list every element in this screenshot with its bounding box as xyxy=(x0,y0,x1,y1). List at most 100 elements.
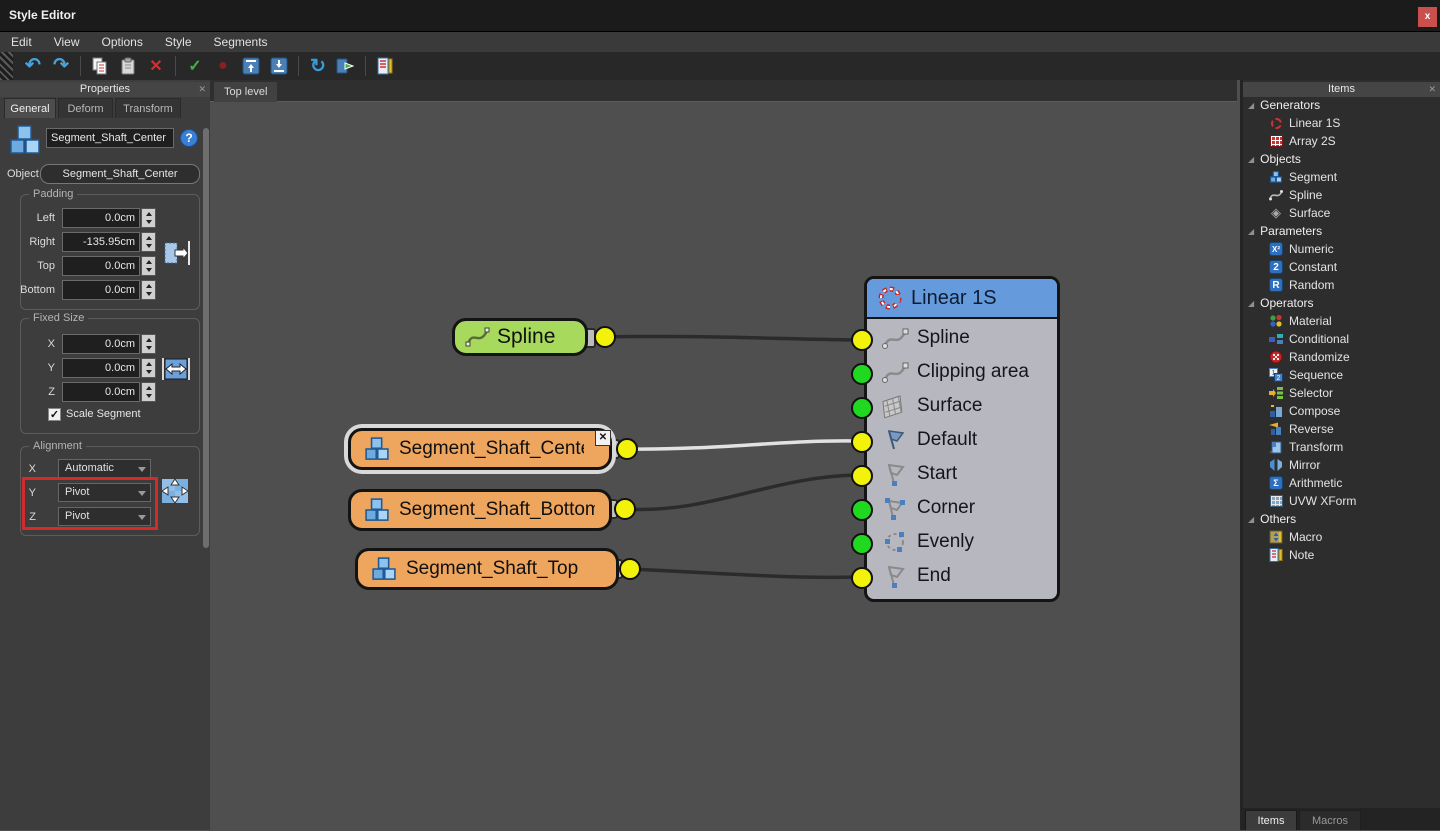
spline-output-port[interactable] xyxy=(594,326,616,348)
linear-row-corner[interactable]: Corner xyxy=(867,491,1057,525)
linear-row-clipping-area[interactable]: Clipping area xyxy=(867,355,1057,389)
apply-check-icon[interactable]: ✓ xyxy=(183,54,207,78)
node-segment-center[interactable]: Segment_Shaft_Center xyxy=(348,428,612,470)
fixed-y-field[interactable]: 0.0cm xyxy=(62,358,140,378)
delete-icon[interactable]: ✕ xyxy=(144,54,168,78)
menu-segments[interactable]: Segments xyxy=(203,33,279,51)
tab-deform[interactable]: Deform xyxy=(58,98,113,118)
fixed-z-field[interactable]: 0.0cm xyxy=(62,382,140,402)
tree-category-operators[interactable]: ◢ Operators xyxy=(1243,294,1440,312)
tree-category-parameters[interactable]: ◢ Parameters xyxy=(1243,222,1440,240)
tab-transform[interactable]: Transform xyxy=(115,98,181,118)
tree-item-spline[interactable]: Spline xyxy=(1243,186,1440,204)
menu-edit[interactable]: Edit xyxy=(0,33,43,51)
padding-bottom-spinner[interactable] xyxy=(141,280,156,300)
collapse-icon[interactable] xyxy=(239,54,263,78)
properties-scrollbar[interactable] xyxy=(203,128,209,548)
close-icon[interactable]: ✕ xyxy=(1428,83,1436,96)
tree-item-macro[interactable]: Macro xyxy=(1243,528,1440,546)
align-x-dropdown[interactable]: Automatic xyxy=(58,459,151,478)
tree-category-others[interactable]: ◢ Others xyxy=(1243,510,1440,528)
expand-triangle-icon[interactable]: ◢ xyxy=(1248,515,1254,524)
linear-port-evenly[interactable] xyxy=(851,533,873,555)
expand-triangle-icon[interactable]: ◢ xyxy=(1248,155,1254,164)
linear-port-start[interactable] xyxy=(851,465,873,487)
expand-icon[interactable] xyxy=(267,54,291,78)
copy-icon[interactable] xyxy=(88,54,112,78)
tab-items[interactable]: Items xyxy=(1245,810,1297,830)
menu-style[interactable]: Style xyxy=(154,33,203,51)
linear-row-spline[interactable]: Spline xyxy=(867,321,1057,355)
padding-top-spinner[interactable] xyxy=(141,256,156,276)
tab-macros[interactable]: Macros xyxy=(1299,810,1361,830)
tab-general[interactable]: General xyxy=(4,98,56,118)
padding-top-field[interactable]: 0.0cm xyxy=(62,256,140,276)
padding-mode-icon[interactable] xyxy=(163,238,191,268)
expand-triangle-icon[interactable]: ◢ xyxy=(1248,299,1254,308)
alignment-mode-icon[interactable] xyxy=(160,477,190,505)
tree-item-arithmetic[interactable]: Σ Arithmetic xyxy=(1243,474,1440,492)
linear-node-header[interactable]: Linear 1S xyxy=(867,279,1057,319)
linear-port-clipping-area[interactable] xyxy=(851,363,873,385)
tree-item-numeric[interactable]: X² Numeric xyxy=(1243,240,1440,258)
tree-item-mirror[interactable]: Mirror xyxy=(1243,456,1440,474)
help-icon[interactable]: ? xyxy=(180,129,198,147)
object-name-input[interactable] xyxy=(46,128,174,148)
properties-header[interactable]: Properties ✕ xyxy=(0,82,210,97)
fixed-size-mode-icon[interactable] xyxy=(162,356,190,382)
padding-left-field[interactable]: 0.0cm xyxy=(62,208,140,228)
tree-category-objects[interactable]: ◢ Objects xyxy=(1243,150,1440,168)
linear-row-start[interactable]: Start xyxy=(867,457,1057,491)
tree-item-random[interactable]: R Random xyxy=(1243,276,1440,294)
notes-icon[interactable] xyxy=(373,54,397,78)
tree-item-uvw-xform[interactable]: UVW XForm xyxy=(1243,492,1440,510)
tree-item-sequence[interactable]: 12 Sequence xyxy=(1243,366,1440,384)
fixed-z-spinner[interactable] xyxy=(141,382,156,402)
tree-item-segment[interactable]: Segment xyxy=(1243,168,1440,186)
linear-row-end[interactable]: End xyxy=(867,559,1057,593)
refresh-icon[interactable]: ↻ xyxy=(306,54,330,78)
tree-category-generators[interactable]: ◢ Generators xyxy=(1243,96,1440,114)
linear-port-end[interactable] xyxy=(851,567,873,589)
fixed-y-spinner[interactable] xyxy=(141,358,156,378)
menu-options[interactable]: Options xyxy=(90,33,153,51)
expand-triangle-icon[interactable]: ◢ xyxy=(1248,227,1254,236)
wire-center-to-default[interactable] xyxy=(627,441,856,449)
paste-icon[interactable] xyxy=(116,54,140,78)
tree-item-randomize[interactable]: Randomize xyxy=(1243,348,1440,366)
node-graph-canvas[interactable]: Top level Spline Segment_Shaft_Center ✕ … xyxy=(210,80,1237,830)
close-icon[interactable]: ✕ xyxy=(198,83,206,96)
padding-left-spinner[interactable] xyxy=(141,208,156,228)
fixed-x-field[interactable]: 0.0cm xyxy=(62,334,140,354)
undo-icon[interactable]: ↶ xyxy=(21,54,45,78)
linear-row-surface[interactable]: Surface xyxy=(867,389,1057,423)
segment-bottom-output-port[interactable] xyxy=(614,498,636,520)
export-icon[interactable] xyxy=(334,54,358,78)
padding-bottom-field[interactable]: 0.0cm xyxy=(62,280,140,300)
node-spline[interactable]: Spline xyxy=(452,318,588,356)
wire-bottom-to-start[interactable] xyxy=(625,475,856,509)
tree-item-reverse[interactable]: Reverse xyxy=(1243,420,1440,438)
node-close-icon[interactable]: ✕ xyxy=(595,430,611,446)
fixed-x-spinner[interactable] xyxy=(141,334,156,354)
wire-top-to-end[interactable] xyxy=(630,569,856,577)
padding-right-field[interactable]: -135.95cm xyxy=(62,232,140,252)
object-picker-button[interactable]: Segment_Shaft_Center xyxy=(40,164,200,184)
tree-item-linear-1s[interactable]: Linear 1S xyxy=(1243,114,1440,132)
linear-row-default[interactable]: Default xyxy=(867,423,1057,457)
tree-item-conditional[interactable]: Conditional xyxy=(1243,330,1440,348)
segment-top-output-port[interactable] xyxy=(619,558,641,580)
linear-port-corner[interactable] xyxy=(851,499,873,521)
node-segment-top[interactable]: Segment_Shaft_Top xyxy=(355,548,619,590)
tree-item-array-2s[interactable]: Array 2S xyxy=(1243,132,1440,150)
segment-center-output-port[interactable] xyxy=(616,438,638,460)
linear-row-evenly[interactable]: Evenly xyxy=(867,525,1057,559)
tree-item-transform[interactable]: Transform xyxy=(1243,438,1440,456)
window-close-button[interactable]: x xyxy=(1418,7,1437,27)
wire-spline-to-spline[interactable] xyxy=(605,336,856,340)
node-linear-1s[interactable]: Linear 1S Spline Clipping area Surface D… xyxy=(864,276,1060,602)
expand-triangle-icon[interactable]: ◢ xyxy=(1248,101,1254,110)
padding-right-spinner[interactable] xyxy=(141,232,156,252)
items-header[interactable]: Items ✕ xyxy=(1243,82,1440,97)
tree-item-material[interactable]: Material xyxy=(1243,312,1440,330)
